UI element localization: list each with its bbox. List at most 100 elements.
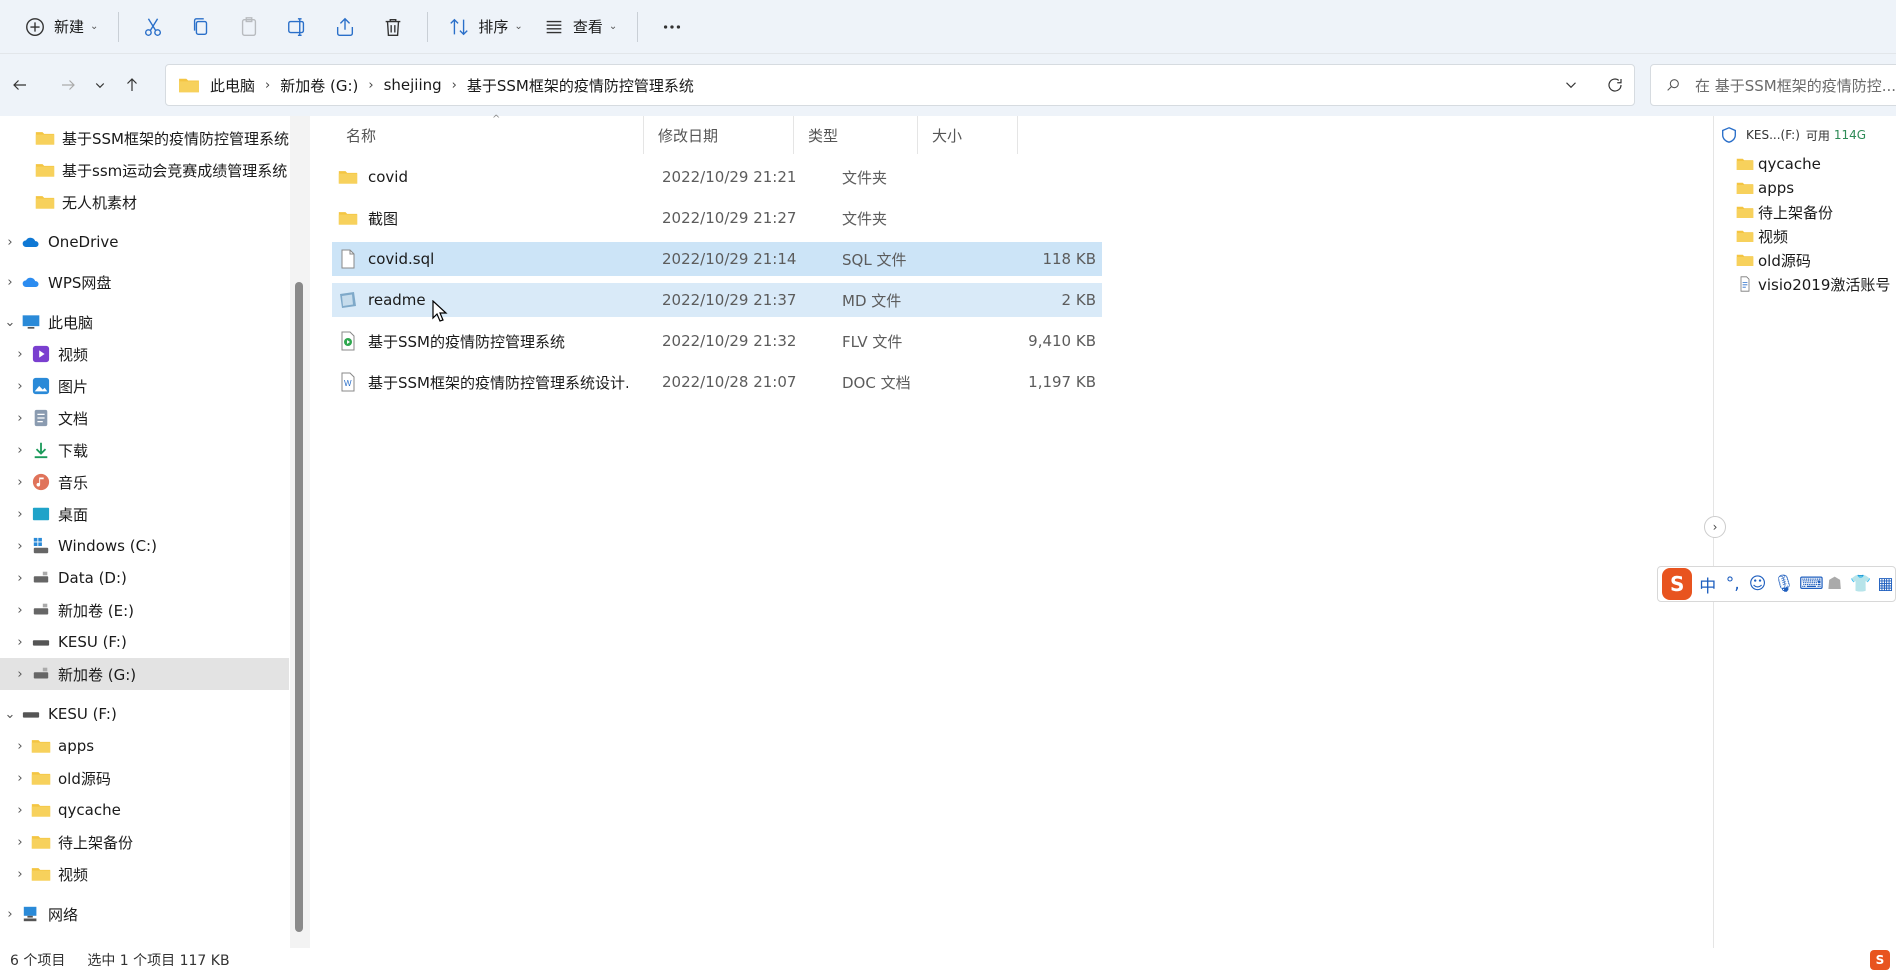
preview-item-old-source[interactable]: old源码 <box>1736 248 1811 272</box>
sort-button[interactable]: 排序 ⌄ <box>438 8 532 46</box>
sidebar-item-qycache[interactable]: › qycache <box>0 794 289 826</box>
chevron-right-icon[interactable]: › <box>10 475 30 490</box>
toolbox-icon[interactable]: ▦ <box>1876 574 1895 594</box>
chevron-right-icon[interactable]: › <box>10 803 30 818</box>
search-box[interactable]: 在 基于SSM框架的疫情防控... <box>1650 64 1896 106</box>
chevron-right-icon[interactable]: › <box>10 739 30 754</box>
sidebar-item-label: 视频 <box>58 345 89 364</box>
skin-icon[interactable]: 👕 <box>1850 574 1871 594</box>
chevron-down-icon[interactable]: ⌄ <box>0 315 20 330</box>
share-button[interactable] <box>321 8 369 46</box>
microphone-icon[interactable]: 🎙 <box>1773 574 1795 594</box>
paste-button[interactable] <box>225 8 273 46</box>
sidebar-item-backup[interactable]: › 待上架备份 <box>0 826 289 858</box>
chevron-right-icon: › <box>265 77 271 93</box>
punctuation-icon[interactable]: °, <box>1723 574 1742 594</box>
sidebar-item-videos[interactable]: › 视频 <box>0 338 289 370</box>
user-icon[interactable]: ☗ <box>1825 574 1844 594</box>
status-selection: 选中 1 个项目 117 KB <box>87 953 230 969</box>
sidebar-scrollbar-thumb[interactable] <box>295 282 303 932</box>
breadcrumb-current-folder[interactable]: 基于SSM框架的疫情防控管理系统 <box>467 75 694 96</box>
sidebar-item-pictures[interactable]: › 图片 <box>0 370 289 402</box>
sogou-tray-icon[interactable]: S <box>1870 950 1890 970</box>
chevron-right-icon[interactable]: › <box>10 771 30 786</box>
sidebar-item-downloads[interactable]: › 下载 <box>0 434 289 466</box>
chevron-right-icon[interactable]: › <box>10 635 30 650</box>
chevron-right-icon[interactable]: › <box>10 603 30 618</box>
sidebar-item-desktop[interactable]: › 桌面 <box>0 498 289 530</box>
chevron-down-icon[interactable] <box>1562 76 1580 94</box>
chevron-right-icon[interactable]: › <box>10 667 30 682</box>
more-options-button[interactable] <box>648 8 696 46</box>
back-button[interactable] <box>2 67 38 103</box>
up-button[interactable] <box>114 67 150 103</box>
delete-button[interactable] <box>369 8 417 46</box>
sidebar-item-drive-c[interactable]: › Windows (C:) <box>0 530 289 562</box>
chevron-right-icon[interactable]: › <box>0 907 20 922</box>
breadcrumb-drive-g[interactable]: 新加卷 (G:) <box>280 75 358 96</box>
chevron-right-icon[interactable]: › <box>10 867 30 882</box>
sidebar-item-old-source[interactable]: › old源码 <box>0 762 289 794</box>
sogou-logo-icon[interactable]: S <box>1662 568 1693 600</box>
sidebar-item-music[interactable]: › 音乐 <box>0 466 289 498</box>
keyboard-icon[interactable]: ⌨ <box>1799 574 1824 594</box>
preview-item-visio[interactable]: visio2019激活账号 <box>1736 272 1890 296</box>
rename-button[interactable] <box>273 8 321 46</box>
ime-mode-toggle[interactable]: 中 <box>1698 572 1717 597</box>
file-row-covid[interactable]: covid 2022/10/29 21:21 文件夹 <box>332 160 1102 194</box>
copy-button[interactable] <box>177 8 225 46</box>
preview-item-apps[interactable]: apps <box>1736 176 1794 200</box>
sidebar-item-kesu-f-root[interactable]: ⌄ KESU (F:) <box>0 698 289 730</box>
file-row-screenshots[interactable]: 截图 2022/10/29 21:27 文件夹 <box>332 201 1102 235</box>
column-header-size[interactable]: 大小 <box>918 116 1018 154</box>
sidebar-item-drive-d[interactable]: › Data (D:) <box>0 562 289 594</box>
sidebar-item-drive-g[interactable]: › 新加卷 (G:) <box>0 658 289 690</box>
column-header-type[interactable]: 类型 <box>794 116 918 154</box>
sidebar-item-ssm-sports[interactable]: 基于ssm运动会竞赛成绩管理系统 <box>0 154 289 186</box>
preview-item-videos[interactable]: 视频 <box>1736 224 1788 248</box>
breadcrumb-this-pc[interactable]: 此电脑 <box>210 75 255 96</box>
chevron-right-icon[interactable]: › <box>10 571 30 586</box>
chevron-right-icon[interactable]: › <box>10 507 30 522</box>
sidebar-item-onedrive[interactable]: › OneDrive <box>0 226 289 258</box>
file-row-flv-video[interactable]: 基于SSM的疫情防控管理系统 2022/10/29 21:32 FLV 文件 9… <box>332 324 1102 358</box>
column-header-date[interactable]: 修改日期 <box>644 116 794 154</box>
chevron-right-icon[interactable]: › <box>0 235 20 250</box>
sidebar-item-videos-f[interactable]: › 视频 <box>0 858 289 890</box>
sidebar-item-wps[interactable]: › WPS网盘 <box>0 266 289 298</box>
chevron-right-icon[interactable]: › <box>10 347 30 362</box>
refresh-icon[interactable] <box>1606 76 1624 94</box>
breadcrumb-shejiing[interactable]: shejiing <box>384 76 442 94</box>
address-bar[interactable]: 此电脑 › 新加卷 (G:) › shejiing › 基于SSM框架的疫情防控… <box>165 64 1635 106</box>
chevron-right-icon[interactable]: › <box>10 411 30 426</box>
file-type: 文件夹 <box>842 209 888 228</box>
sidebar-item-drone[interactable]: 无人机素材 <box>0 186 289 218</box>
chevron-right-icon[interactable]: › <box>10 835 30 850</box>
file-row-covid-sql[interactable]: covid.sql 2022/10/29 21:14 SQL 文件 118 KB <box>332 242 1102 276</box>
recent-locations-button[interactable] <box>82 67 118 103</box>
sidebar-item-apps[interactable]: › apps <box>0 730 289 762</box>
emoji-icon[interactable]: ☺ <box>1748 574 1767 594</box>
sidebar-item-documents[interactable]: › 文档 <box>0 402 289 434</box>
folder-icon <box>30 768 52 788</box>
column-header-name[interactable]: 名称 <box>332 116 644 154</box>
sidebar-item-this-pc[interactable]: ⌄ 此电脑 <box>0 306 289 338</box>
sidebar-item-label: apps <box>58 737 95 755</box>
chevron-right-icon[interactable]: › <box>10 379 30 394</box>
new-button[interactable]: 新建 ⌄ <box>14 8 108 46</box>
sidebar-item-kesu-f[interactable]: › KESU (F:) <box>0 626 289 658</box>
cut-button[interactable] <box>129 8 177 46</box>
forward-button[interactable] <box>50 67 86 103</box>
chevron-right-icon[interactable]: › <box>0 275 20 290</box>
chevron-right-icon[interactable]: › <box>10 539 30 554</box>
preview-item-backup[interactable]: 待上架备份 <box>1736 200 1833 224</box>
sidebar-item-drive-e[interactable]: › 新加卷 (E:) <box>0 594 289 626</box>
chevron-down-icon[interactable]: ⌄ <box>0 707 20 722</box>
sidebar-item-network[interactable]: › 网络 <box>0 898 289 930</box>
preview-item-qycache[interactable]: qycache <box>1736 152 1821 176</box>
view-button[interactable]: 查看 ⌄ <box>533 8 627 46</box>
chevron-right-icon[interactable]: › <box>10 443 30 458</box>
file-row-doc[interactable]: W 基于SSM框架的疫情防控管理系统设计... 2022/10/28 21:07… <box>332 365 1102 399</box>
preview-expand-button[interactable]: › <box>1704 516 1726 538</box>
sidebar-item-ssm-epidemic[interactable]: 基于SSM框架的疫情防控管理系统 <box>0 122 289 154</box>
